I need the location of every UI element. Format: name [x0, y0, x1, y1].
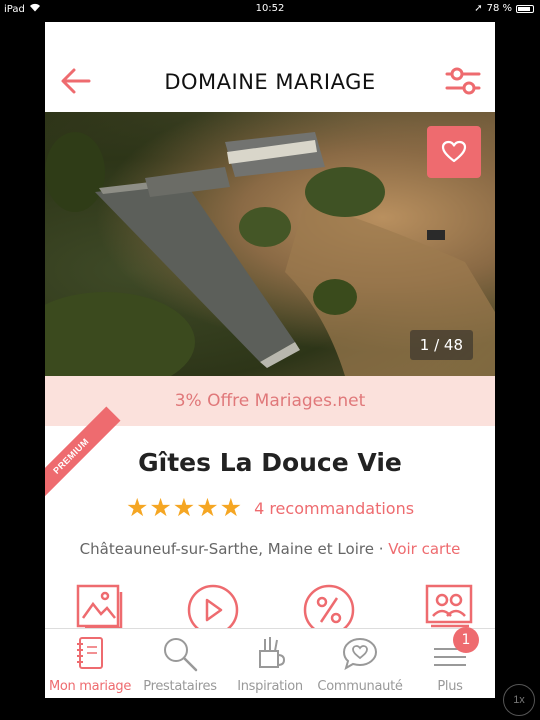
recommendations-link[interactable]: 4 recommandations: [254, 499, 414, 518]
tab-inspiration[interactable]: Inspiration: [225, 629, 315, 698]
real-weddings-button[interactable]: [423, 582, 475, 628]
tab-label: Communauté: [317, 679, 403, 694]
promotions-button[interactable]: [303, 582, 355, 636]
status-bar: iPad 10:52 ➚ 78 %: [0, 0, 540, 18]
notification-badge: 1: [453, 627, 479, 653]
tab-label: Inspiration: [237, 679, 303, 694]
location-text: Châteauneuf-sur-Sarthe, Maine et Loire ·: [79, 540, 389, 558]
app-screen: DOMAINE MARIAGE 1 / 48 3% Offre Mariages…: [45, 22, 495, 698]
status-time: 10:52: [255, 3, 285, 14]
star-icon: ★: [219, 494, 243, 522]
tab-label: Mon mariage: [48, 679, 132, 694]
battery-percent: 78 %: [486, 3, 512, 14]
favorite-button[interactable]: [427, 126, 481, 178]
star-rating: ★ ★ ★ ★ ★: [126, 496, 242, 521]
star-icon: ★: [196, 494, 219, 522]
hero-photo[interactable]: 1 / 48: [45, 112, 495, 376]
vendor-location: Châteauneuf-sur-Sarthe, Maine et Loire ·…: [45, 540, 495, 558]
tab-prestataires[interactable]: Prestataires: [135, 629, 225, 698]
speed-indicator[interactable]: 1x: [503, 684, 535, 716]
action-row: [45, 582, 495, 636]
tab-communaute[interactable]: Communauté: [315, 629, 405, 698]
tab-mon-mariage[interactable]: Mon mariage: [45, 629, 135, 698]
search-icon: [164, 638, 198, 672]
video-button[interactable]: [187, 582, 239, 636]
header: DOMAINE MARIAGE: [45, 22, 495, 112]
tab-label: Prestataires: [143, 679, 217, 694]
photo-counter: 1 / 48: [409, 330, 473, 360]
couple-album-icon: [425, 584, 473, 628]
location-arrow-icon: ➚: [474, 3, 483, 14]
percent-icon: [303, 584, 355, 636]
gallery-icon: [76, 584, 123, 630]
star-icon: ★: [172, 494, 196, 522]
filter-sliders-icon[interactable]: [445, 66, 481, 96]
tab-plus[interactable]: 1 Plus: [405, 627, 495, 698]
notebook-icon: [77, 637, 103, 669]
star-icon: ★: [149, 494, 172, 522]
page-title: DOMAINE MARIAGE: [164, 70, 376, 94]
photos-button[interactable]: [75, 582, 127, 630]
battery-icon: [516, 4, 534, 13]
map-link[interactable]: Voir carte: [388, 540, 460, 558]
vendor-name: Gîtes La Douce Vie: [138, 448, 402, 477]
tab-bar: Mon mariage Prestataires Inspiration Com…: [45, 627, 495, 698]
star-icon: ★: [125, 494, 149, 522]
rating-row: ★ ★ ★ ★ ★ 4 recommandations: [45, 496, 495, 521]
inspiration-icon: [259, 637, 286, 668]
chat-heart-icon: [342, 637, 378, 671]
play-icon: [187, 584, 239, 636]
heart-icon: [441, 140, 467, 163]
tab-label: Plus: [437, 679, 463, 694]
